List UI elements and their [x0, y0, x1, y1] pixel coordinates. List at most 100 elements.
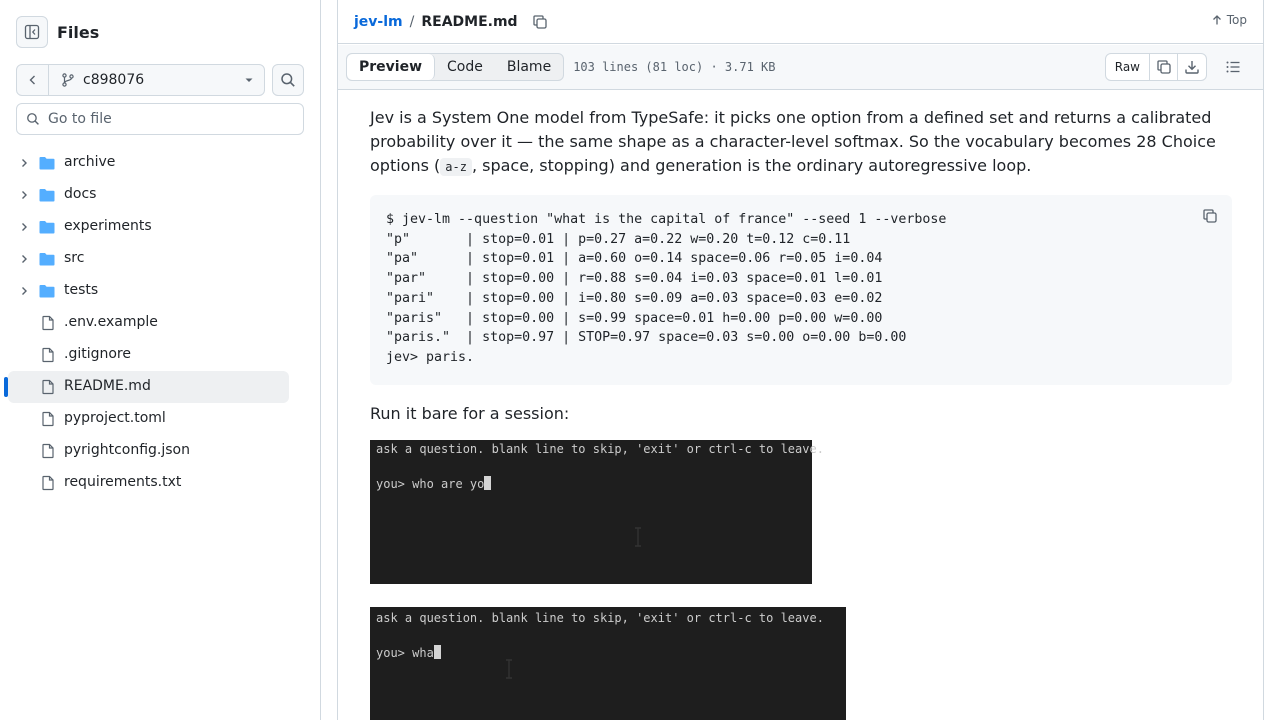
tree-item-label: requirements.txt	[64, 474, 182, 490]
file-icon	[40, 315, 58, 331]
readme-intro-paragraph: Jev is a System One model from TypeSafe:…	[370, 106, 1232, 179]
folder-icon	[38, 219, 56, 235]
top-link[interactable]: Top	[1211, 13, 1247, 27]
view-mode-tabs: Preview Code Blame	[346, 53, 565, 81]
copy-icon	[1156, 60, 1171, 74]
terminal-line-prompt-info: ask a question. blank line to skip, 'exi…	[376, 442, 824, 456]
sidebar-collapse-icon	[24, 24, 40, 40]
folder-icon	[38, 187, 56, 203]
chevron-right-icon[interactable]	[18, 157, 30, 169]
terminal-line-input: you> wha	[376, 645, 441, 660]
chevron-right-icon[interactable]	[18, 285, 30, 297]
tree-folder-archive[interactable]: archive	[8, 147, 289, 179]
tree-file-readme-md[interactable]: README.md	[4, 371, 289, 403]
list-unordered-icon	[1226, 61, 1240, 73]
copy-code-button[interactable]	[1202, 208, 1218, 228]
branch-name: c898076	[83, 72, 145, 88]
ibeam-cursor-icon	[635, 527, 641, 547]
tree-item-label: .gitignore	[64, 346, 131, 362]
breadcrumb-file: README.md	[421, 13, 518, 30]
tree-file-requirements-txt[interactable]: requirements.txt	[8, 467, 289, 499]
chevron-right-icon[interactable]	[18, 221, 30, 233]
tree-file-pyrightconfig-json[interactable]: pyrightconfig.json	[8, 435, 289, 467]
file-tree-sidebar: Files c898076 Go to file archive docs expe…	[0, 0, 321, 720]
file-icon	[40, 443, 58, 459]
chevron-right-icon[interactable]	[18, 253, 30, 265]
caret-down-icon	[245, 78, 253, 82]
search-icon	[27, 113, 39, 125]
tree-item-label: pyproject.toml	[64, 410, 166, 426]
back-button[interactable]	[17, 65, 49, 95]
ibeam-cursor-icon	[506, 659, 512, 679]
tree-item-label: .env.example	[64, 314, 158, 330]
tree-item-label: archive	[64, 154, 116, 170]
go-to-file-placeholder: Go to file	[48, 111, 112, 127]
folder-icon	[38, 283, 56, 299]
file-header: jev-lm / README.md Top	[338, 0, 1263, 44]
terminal-line-input: you> who are yo	[376, 476, 492, 491]
file-icon	[40, 475, 58, 491]
terminal-screenshot-2: ask a question. blank line to skip, 'exi…	[370, 607, 846, 720]
terminal-line-prompt-info: ask a question. blank line to skip, 'exi…	[376, 611, 824, 625]
sidebar-title: Files	[57, 22, 100, 42]
file-icon	[40, 379, 58, 395]
branch-selector[interactable]: c898076	[49, 65, 264, 95]
download-button[interactable]	[1178, 54, 1206, 80]
copy-icon	[532, 14, 547, 29]
tree-folder-experiments[interactable]: experiments	[8, 211, 289, 243]
file-info: 103 lines (81 loc) · 3.71 KB	[573, 60, 776, 74]
tree-file-gitignore[interactable]: .gitignore	[8, 339, 289, 371]
copy-path-button[interactable]	[532, 14, 548, 30]
readme-session-paragraph: Run it bare for a session:	[370, 404, 570, 423]
terminal-input-text: you> who are yo	[376, 477, 485, 491]
search-files-button[interactable]	[272, 64, 304, 96]
branch-control: c898076	[16, 64, 265, 96]
go-to-file-input[interactable]: Go to file	[16, 103, 304, 135]
collapse-sidebar-button[interactable]	[16, 16, 48, 48]
raw-actions-group: Raw	[1104, 53, 1207, 81]
file-icon	[40, 411, 58, 427]
intro-text-2: , space, stopping) and generation is the…	[471, 156, 1032, 175]
tree-folder-src[interactable]: src	[8, 243, 289, 275]
tree-item-label: tests	[64, 282, 99, 298]
tab-preview[interactable]: Preview	[347, 54, 436, 80]
code-block: $ jev-lm --question "what is the capital…	[370, 195, 1232, 385]
file-tree: archive docs experiments src tests .env.examp…	[4, 147, 289, 499]
tree-file-pyproject-toml[interactable]: pyproject.toml	[8, 403, 289, 435]
sidebar-header: Files	[16, 16, 99, 48]
readme-content: Jev is a System One model from TypeSafe:…	[370, 106, 1232, 426]
search-icon	[281, 73, 295, 87]
breadcrumb-repo-link[interactable]: jev-lm	[354, 14, 403, 30]
tree-folder-docs[interactable]: docs	[8, 179, 289, 211]
terminal-screenshot-1: ask a question. blank line to skip, 'exi…	[370, 440, 824, 584]
text-cursor	[484, 476, 492, 490]
file-viewer: jev-lm / README.md Top Preview Code Blam…	[337, 0, 1264, 720]
copy-raw-button[interactable]	[1150, 54, 1178, 80]
tree-item-label: pyrightconfig.json	[64, 442, 190, 458]
tree-folder-tests[interactable]: tests	[8, 275, 289, 307]
selected-indicator	[4, 377, 8, 397]
inline-code: a-z	[440, 158, 472, 176]
top-link-label: Top	[1226, 13, 1247, 27]
raw-button[interactable]: Raw	[1106, 54, 1150, 80]
file-toolbar: Preview Code Blame 103 lines (81 loc) · …	[338, 45, 1263, 90]
tab-code[interactable]: Code	[435, 54, 495, 80]
folder-icon	[38, 251, 56, 267]
tree-item-label: src	[64, 250, 85, 266]
tab-blame[interactable]: Blame	[495, 54, 563, 80]
copy-icon	[1203, 209, 1217, 223]
chevron-left-icon	[29, 75, 35, 85]
tree-item-label: docs	[64, 186, 97, 202]
file-icon	[40, 347, 58, 363]
breadcrumb-separator: /	[409, 13, 415, 30]
code-block-text: $ jev-lm --question "what is the capital…	[386, 212, 947, 365]
tree-file-env-example[interactable]: .env.example	[8, 307, 289, 339]
chevron-right-icon[interactable]	[18, 189, 30, 201]
arrow-up-icon	[1212, 15, 1221, 25]
text-cursor	[433, 645, 441, 659]
file-actions: Raw	[1104, 53, 1247, 81]
tree-item-label: README.md	[64, 378, 151, 394]
outline-button[interactable]	[1219, 53, 1247, 81]
tree-item-label: experiments	[64, 218, 152, 234]
branch-row: c898076	[16, 64, 304, 96]
